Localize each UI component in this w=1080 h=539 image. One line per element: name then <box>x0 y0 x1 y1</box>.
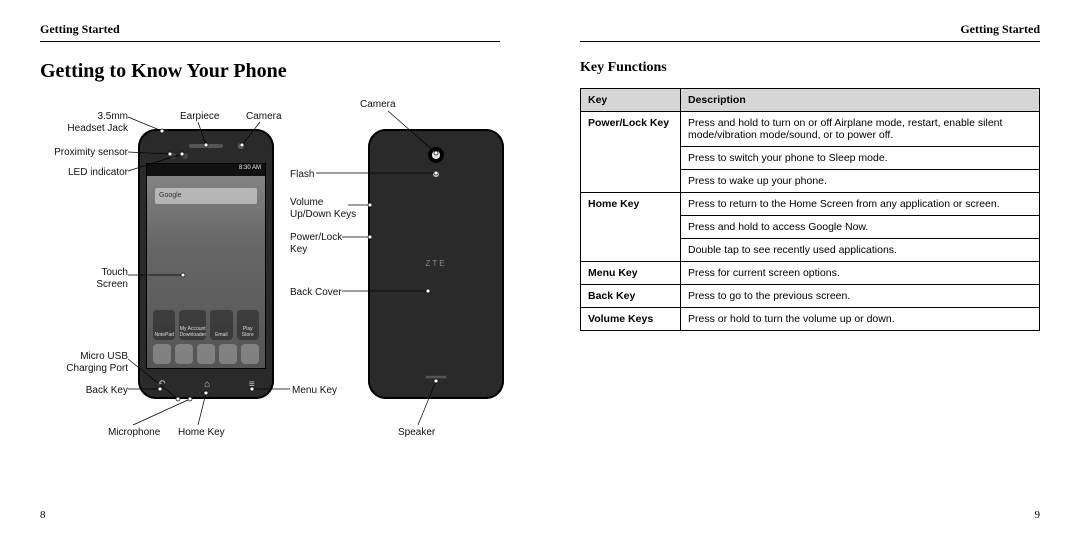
phone-earpiece-icon <box>189 144 223 148</box>
label-led: LED indicator <box>68 167 128 179</box>
dock-icon <box>153 344 171 364</box>
key-name: Power/Lock Key <box>581 112 681 193</box>
key-desc: Press and hold to turn on or off Airplan… <box>681 112 1040 147</box>
label-speaker: Speaker <box>398 427 435 439</box>
label-power-key: Power/LockKey <box>290 232 342 255</box>
phone-diagram: 3.5mmHeadset Jack Proximity sensor LED i… <box>28 97 488 497</box>
table-row: Menu Key Press for current screen option… <box>581 262 1040 285</box>
search-bar: Google <box>155 188 257 204</box>
home-softkey-icon: ⌂ <box>204 379 210 390</box>
key-name: Menu Key <box>581 262 681 285</box>
phone-front-camera-icon <box>238 143 244 149</box>
label-home-key: Home Key <box>178 427 225 439</box>
key-name: Back Key <box>581 285 681 308</box>
key-name: Home Key <box>581 193 681 262</box>
key-desc: Press or hold to turn the volume up or d… <box>681 308 1040 331</box>
dock-icon <box>175 344 193 364</box>
key-desc: Press to switch your phone to Sleep mode… <box>681 147 1040 170</box>
softkey-row: ↶ ⌂ ≡ <box>138 375 274 393</box>
table-row: Back Key Press to go to the previous scr… <box>581 285 1040 308</box>
table-row: Power/Lock Key Press and hold to turn on… <box>581 112 1040 147</box>
label-proximity: Proximity sensor <box>54 147 128 159</box>
label-microphone: Microphone <box>108 427 160 439</box>
label-headset-jack: 3.5mmHeadset Jack <box>67 111 128 134</box>
table-header-desc: Description <box>681 89 1040 112</box>
label-earpiece: Earpiece <box>180 111 219 123</box>
label-front-camera: Camera <box>246 111 282 123</box>
back-camera-icon <box>428 147 444 163</box>
back-softkey-icon: ↶ <box>157 379 165 390</box>
running-head-left: Getting Started <box>40 22 500 42</box>
phone-screen: 8:30 AM Google NotePad My Account Downlo… <box>146 163 266 369</box>
menu-softkey-icon: ≡ <box>249 379 255 390</box>
page-left: Getting Started Getting to Know Your Pho… <box>0 0 540 539</box>
table-header-key: Key <box>581 89 681 112</box>
dock-icon <box>197 344 215 364</box>
table-row: Volume Keys Press or hold to turn the vo… <box>581 308 1040 331</box>
label-micro-usb: Micro USBCharging Port <box>66 351 128 374</box>
key-desc: Press to return to the Home Screen from … <box>681 193 1040 216</box>
label-flash: Flash <box>290 169 314 181</box>
speaker-grille-icon <box>425 375 447 379</box>
key-desc: Press to wake up your phone. <box>681 170 1040 193</box>
phone-back: ZTE <box>368 129 504 399</box>
heading-left: Getting to Know Your Phone <box>40 60 500 83</box>
table-row: Home Key Press to return to the Home Scr… <box>581 193 1040 216</box>
phone-logo: ZTE <box>368 259 504 268</box>
page-number-left: 8 <box>40 509 46 521</box>
dock-row <box>153 344 259 364</box>
app-icon: Email <box>210 310 232 340</box>
page-number-right: 9 <box>1035 509 1041 521</box>
phone-sensor-icon <box>170 153 176 159</box>
page-right: Getting Started Key Functions Key Descri… <box>540 0 1080 539</box>
label-back-key: Back Key <box>86 385 128 397</box>
app-icon: My Account Downloader <box>179 310 206 340</box>
label-menu-key: Menu Key <box>292 385 337 397</box>
key-name: Volume Keys <box>581 308 681 331</box>
dock-icon <box>219 344 237 364</box>
label-touch-screen: TouchScreen <box>96 267 128 290</box>
app-icon: Play Store <box>237 310 259 340</box>
key-desc: Press for current screen options. <box>681 262 1040 285</box>
heading-right: Key Functions <box>580 60 1040 76</box>
key-functions-table: Key Description Power/Lock Key Press and… <box>580 88 1040 331</box>
status-bar-time: 8:30 AM <box>239 165 261 171</box>
app-icon: NotePad <box>153 310 175 340</box>
label-volume-keys: VolumeUp/Down Keys <box>290 197 356 220</box>
label-back-camera: Camera <box>360 99 396 111</box>
running-head-right: Getting Started <box>580 22 1040 42</box>
key-desc: Double tap to see recently used applicat… <box>681 239 1040 262</box>
key-desc: Press and hold to access Google Now. <box>681 216 1040 239</box>
phone-front: 8:30 AM Google NotePad My Account Downlo… <box>138 129 274 399</box>
dock-icon <box>241 344 259 364</box>
flash-icon <box>433 171 439 177</box>
key-desc: Press to go to the previous screen. <box>681 285 1040 308</box>
label-back-cover: Back Cover <box>290 287 342 299</box>
app-row: NotePad My Account Downloader Email Play… <box>153 310 259 340</box>
